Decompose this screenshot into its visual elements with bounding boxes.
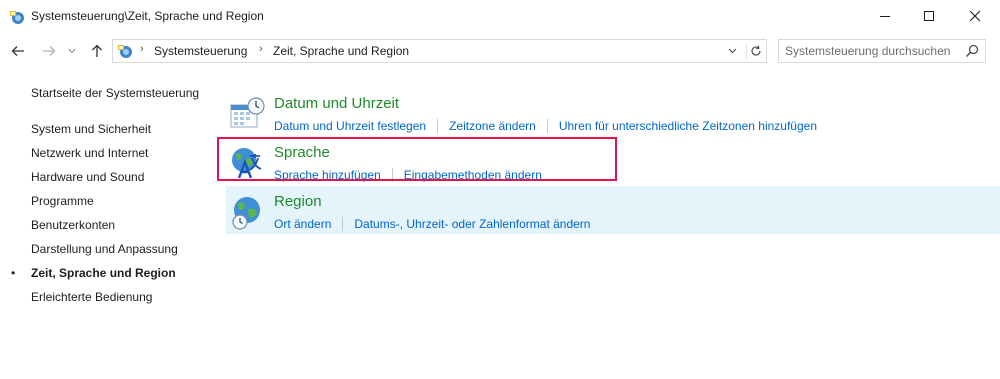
sidebar-item-benutzerkonten[interactable]: Benutzerkonten bbox=[31, 218, 115, 232]
category-title-region[interactable]: Region bbox=[274, 193, 322, 210]
sidebar-item-hardware-sound[interactable]: Hardware und Sound bbox=[31, 170, 144, 184]
breadcrumb-systemsteuerung[interactable]: Systemsteuerung bbox=[154, 44, 247, 58]
category-datum-uhrzeit: Datum und Uhrzeit Datum und Uhrzeit fest… bbox=[226, 88, 1000, 136]
minimize-icon bbox=[880, 16, 890, 17]
refresh-icon bbox=[751, 45, 761, 56]
sidebar-item-zeit-sprache-region[interactable]: Zeit, Sprache und Region bbox=[31, 266, 176, 280]
link-datums-format-aendern[interactable]: Datums-, Uhrzeit- oder Zahlenformat ände… bbox=[354, 217, 590, 231]
title-bar: Systemsteuerung\Zeit, Sprache und Region bbox=[0, 0, 1000, 34]
arrow-left-icon bbox=[11, 46, 24, 56]
close-button[interactable] bbox=[952, 0, 998, 32]
chevron-down-icon bbox=[68, 48, 76, 54]
link-datum-uhrzeit-festlegen[interactable]: Datum und Uhrzeit festlegen bbox=[274, 119, 426, 133]
back-button[interactable] bbox=[9, 42, 27, 60]
navigation-bar: › Systemsteuerung › Zeit, Sprache und Re… bbox=[0, 34, 1000, 68]
sidebar-item-netzwerk-internet[interactable]: Netzwerk und Internet bbox=[31, 146, 148, 160]
control-panel-icon bbox=[117, 43, 133, 59]
search-box[interactable] bbox=[778, 39, 986, 63]
maximize-button[interactable] bbox=[906, 0, 952, 32]
close-icon bbox=[969, 10, 981, 22]
minimize-button[interactable] bbox=[862, 0, 908, 32]
globe-clock-icon[interactable] bbox=[229, 194, 265, 230]
control-panel-icon bbox=[9, 9, 25, 25]
breadcrumb-zeit-sprache-region[interactable]: Zeit, Sprache und Region bbox=[273, 44, 409, 58]
link-zeitzone-aendern[interactable]: Zeitzone ändern bbox=[449, 119, 536, 133]
link-separator bbox=[342, 217, 344, 231]
sidebar-home-link[interactable]: Startseite der Systemsteuerung bbox=[31, 86, 199, 100]
category-links: Ort ändern Datums-, Uhrzeit- oder Zahlen… bbox=[274, 217, 590, 231]
sidebar-item-erleichterte-bedienung[interactable]: Erleichterte Bedienung bbox=[31, 290, 152, 304]
link-separator bbox=[437, 119, 439, 133]
link-ort-aendern[interactable]: Ort ändern bbox=[274, 217, 331, 231]
link-uhren-hinzufuegen[interactable]: Uhren für unterschiedliche Zeitzonen hin… bbox=[559, 119, 817, 133]
address-history-dropdown[interactable] bbox=[724, 44, 740, 58]
category-links: Datum und Uhrzeit festlegen Zeitzone änd… bbox=[274, 119, 817, 133]
highlight-box bbox=[217, 137, 617, 181]
recent-locations-button[interactable] bbox=[63, 42, 81, 60]
up-button[interactable] bbox=[88, 42, 106, 60]
category-title-datum-uhrzeit[interactable]: Datum und Uhrzeit bbox=[274, 95, 399, 112]
chevron-down-icon bbox=[728, 48, 736, 54]
sidebar-item-system-sicherheit[interactable]: System und Sicherheit bbox=[31, 122, 151, 136]
sidebar-item-darstellung-anpassung[interactable]: Darstellung und Anpassung bbox=[31, 242, 178, 256]
arrow-right-icon bbox=[43, 46, 56, 56]
maximize-icon bbox=[924, 11, 934, 21]
chevron-right-icon[interactable]: › bbox=[259, 43, 263, 55]
active-item-bullet: • bbox=[11, 266, 16, 280]
forward-button[interactable] bbox=[40, 42, 58, 60]
sidebar-item-programme[interactable]: Programme bbox=[31, 194, 94, 208]
refresh-button[interactable] bbox=[746, 43, 765, 59]
arrow-up-icon bbox=[92, 44, 102, 57]
link-separator bbox=[546, 119, 548, 133]
window-title: Systemsteuerung\Zeit, Sprache und Region bbox=[31, 9, 264, 23]
category-region: Region Ort ändern Datums-, Uhrzeit- oder… bbox=[226, 186, 1000, 234]
chevron-right-icon[interactable]: › bbox=[140, 43, 144, 55]
address-bar[interactable]: › Systemsteuerung › Zeit, Sprache und Re… bbox=[112, 39, 767, 63]
calendar-clock-icon[interactable] bbox=[229, 96, 265, 132]
search-icon[interactable] bbox=[965, 44, 979, 58]
search-input[interactable] bbox=[785, 42, 960, 60]
